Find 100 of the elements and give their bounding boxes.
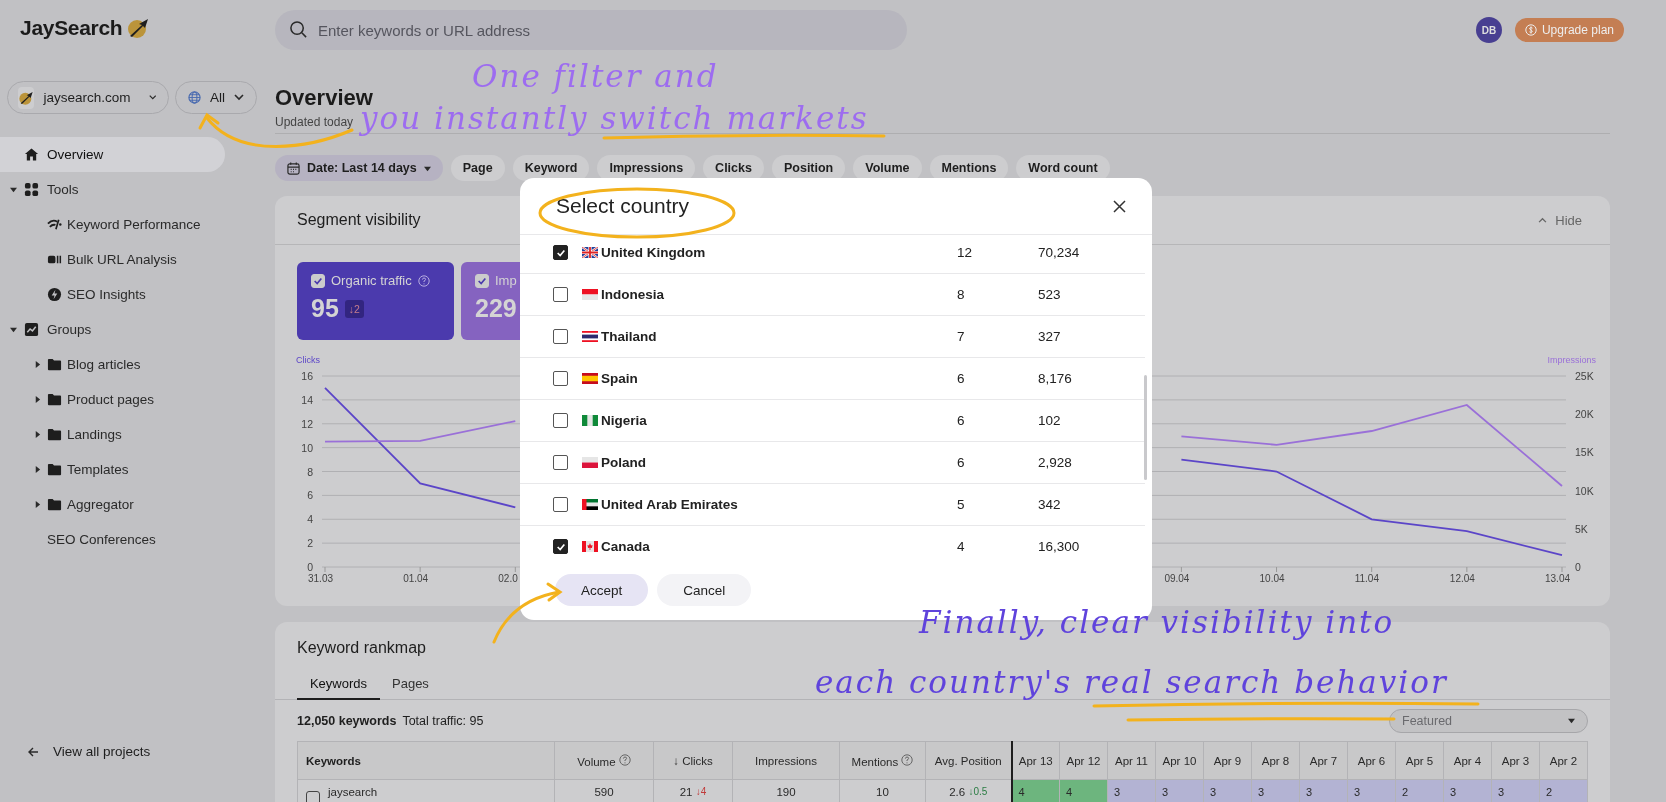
axis-label: 14 [301, 393, 313, 406]
metric-label: Organic traffic [331, 273, 412, 288]
filter-chip[interactable]: Clicks [703, 155, 764, 181]
country-row[interactable]: Nigeria 6 102 [520, 400, 1145, 442]
country-row[interactable]: Canada 4 16,300 [520, 526, 1145, 562]
axis-label: 5K [1575, 522, 1588, 535]
axis-label: 0 [307, 561, 313, 573]
filter-chip[interactable]: Date: Last 14 days [275, 155, 443, 181]
filter-chip[interactable]: Volume [853, 155, 922, 181]
metric-value: 95 [311, 294, 339, 323]
chevron-down-icon [234, 94, 244, 101]
user-avatar[interactable]: DB [1475, 17, 1502, 43]
nav-item[interactable]: Templates [0, 452, 225, 487]
nav-item[interactable]: Keyword Performance [0, 207, 225, 242]
axis-title: Clicks [296, 355, 320, 365]
cancel-button[interactable]: Cancel [657, 574, 752, 606]
folder-icon [47, 392, 62, 407]
column-header[interactable]: Apr 5 [1395, 741, 1444, 780]
axis-label: 10.04 [1259, 573, 1285, 584]
checkbox[interactable] [553, 329, 568, 344]
nav-item[interactable]: SEO Conferences [0, 522, 225, 557]
country-name: Nigeria [601, 413, 648, 428]
country-row[interactable]: United Kingdom 12 70,234 [520, 235, 1145, 274]
nav-item[interactable]: Tools [0, 172, 225, 207]
filter-chip[interactable]: Page [450, 155, 505, 181]
column-header[interactable]: Apr 2 [1539, 741, 1588, 780]
keyword-count: 12,050 keywords [297, 713, 397, 728]
logo-text: JaySearch [20, 16, 123, 40]
column-header[interactable]: Apr 3 [1491, 741, 1540, 780]
nav-item[interactable]: SEO Insights [0, 277, 225, 312]
column-header[interactable]: Mentions [839, 741, 926, 780]
country-row[interactable]: Spain 6 8,176 [520, 358, 1145, 400]
nav-item[interactable]: Blog articles [0, 347, 225, 382]
table-cell-text: 5 [957, 497, 966, 512]
column-header[interactable]: Apr 6 [1347, 741, 1396, 780]
check-icon [313, 275, 323, 286]
accept-button[interactable]: Accept [555, 574, 649, 606]
nav-item[interactable]: Bulk URL Analysis [0, 242, 225, 277]
signal-icon [47, 217, 62, 232]
nav-item[interactable]: Product pages [0, 382, 225, 417]
country-row[interactable]: United Arab Emirates 5 342 [520, 484, 1145, 526]
metric-card[interactable]: Organic traffic 95 ↓2 [297, 262, 454, 340]
scrollbar-thumb[interactable] [1144, 375, 1147, 480]
hide-button[interactable]: Hide [1532, 211, 1588, 229]
column-header[interactable]: Apr 13 [1011, 741, 1060, 780]
column-header[interactable]: ↓ Clicks [653, 741, 733, 780]
cell-value: 2.6 [949, 786, 966, 798]
view-all-projects-link[interactable]: View all projects [0, 743, 157, 760]
column-header[interactable]: Impressions [732, 741, 840, 780]
column-header[interactable]: Apr 11 [1107, 741, 1156, 780]
column-header[interactable]: Keywords [297, 741, 555, 780]
project-selector[interactable]: jaysearch.com [7, 81, 169, 114]
column-header[interactable]: Apr 7 [1299, 741, 1348, 780]
checkbox[interactable] [553, 287, 568, 302]
checkbox[interactable] [553, 371, 568, 386]
nav-item[interactable]: Landings [0, 417, 225, 452]
tab[interactable]: Pages [380, 668, 441, 700]
column-header[interactable]: Avg. Position [925, 741, 1012, 780]
arrow-left-icon [28, 746, 39, 757]
keyword-text: jaysearch [328, 786, 378, 800]
axis-label: 20K [1575, 408, 1594, 421]
filter-chip[interactable]: Impressions [597, 155, 696, 181]
checkbox[interactable] [553, 539, 568, 554]
filter-chip[interactable]: Mentions [929, 155, 1009, 181]
axis-label: 6 [307, 489, 313, 502]
column-header[interactable]: Apr 8 [1251, 741, 1300, 780]
column-header[interactable]: Apr 9 [1203, 741, 1252, 780]
tab[interactable]: Keywords [297, 668, 380, 700]
checkbox[interactable] [553, 497, 568, 512]
checkbox[interactable] [553, 245, 568, 260]
logo-icon [126, 16, 151, 40]
folder-icon [47, 357, 62, 372]
checkbox[interactable] [553, 413, 568, 428]
nav-item[interactable]: Aggregator [0, 487, 225, 522]
filter-chip[interactable]: Position [771, 155, 846, 181]
rank-cell: 4 [1011, 779, 1060, 802]
check-icon [477, 275, 487, 286]
metric-value: 229 [475, 294, 517, 323]
column-header[interactable]: Volume [554, 741, 654, 780]
checkbox[interactable] [553, 455, 568, 470]
calendar-icon [287, 161, 300, 175]
country-row[interactable]: Indonesia 8 523 [520, 274, 1145, 316]
country-row[interactable]: Poland 6 2,928 [520, 442, 1145, 484]
market-selector[interactable]: All [175, 81, 257, 114]
table-cell-text: 342 [1038, 497, 1062, 512]
column-header[interactable]: Apr 12 [1059, 741, 1108, 780]
column-header[interactable]: Apr 10 [1155, 741, 1204, 780]
filter-chip[interactable]: Word count [1016, 155, 1110, 181]
search-field[interactable]: Enter keywords or URL address [275, 10, 907, 50]
handwritten-note: Finally, clear visibility into [919, 604, 1395, 640]
country-name: United Arab Emirates [601, 497, 739, 512]
filter-chip[interactable]: Keyword [512, 155, 590, 181]
country-row[interactable]: Thailand 7 327 [520, 316, 1145, 358]
checkbox[interactable] [306, 791, 320, 802]
axis-label: 31.03 [308, 573, 334, 584]
table-cell-text: 70,234 [1038, 245, 1081, 260]
axis-label: 09.04 [1164, 573, 1190, 584]
nav-item[interactable]: Overview [0, 137, 225, 172]
column-header[interactable]: Apr 4 [1443, 741, 1492, 780]
nav-item[interactable]: Groups [0, 312, 225, 347]
